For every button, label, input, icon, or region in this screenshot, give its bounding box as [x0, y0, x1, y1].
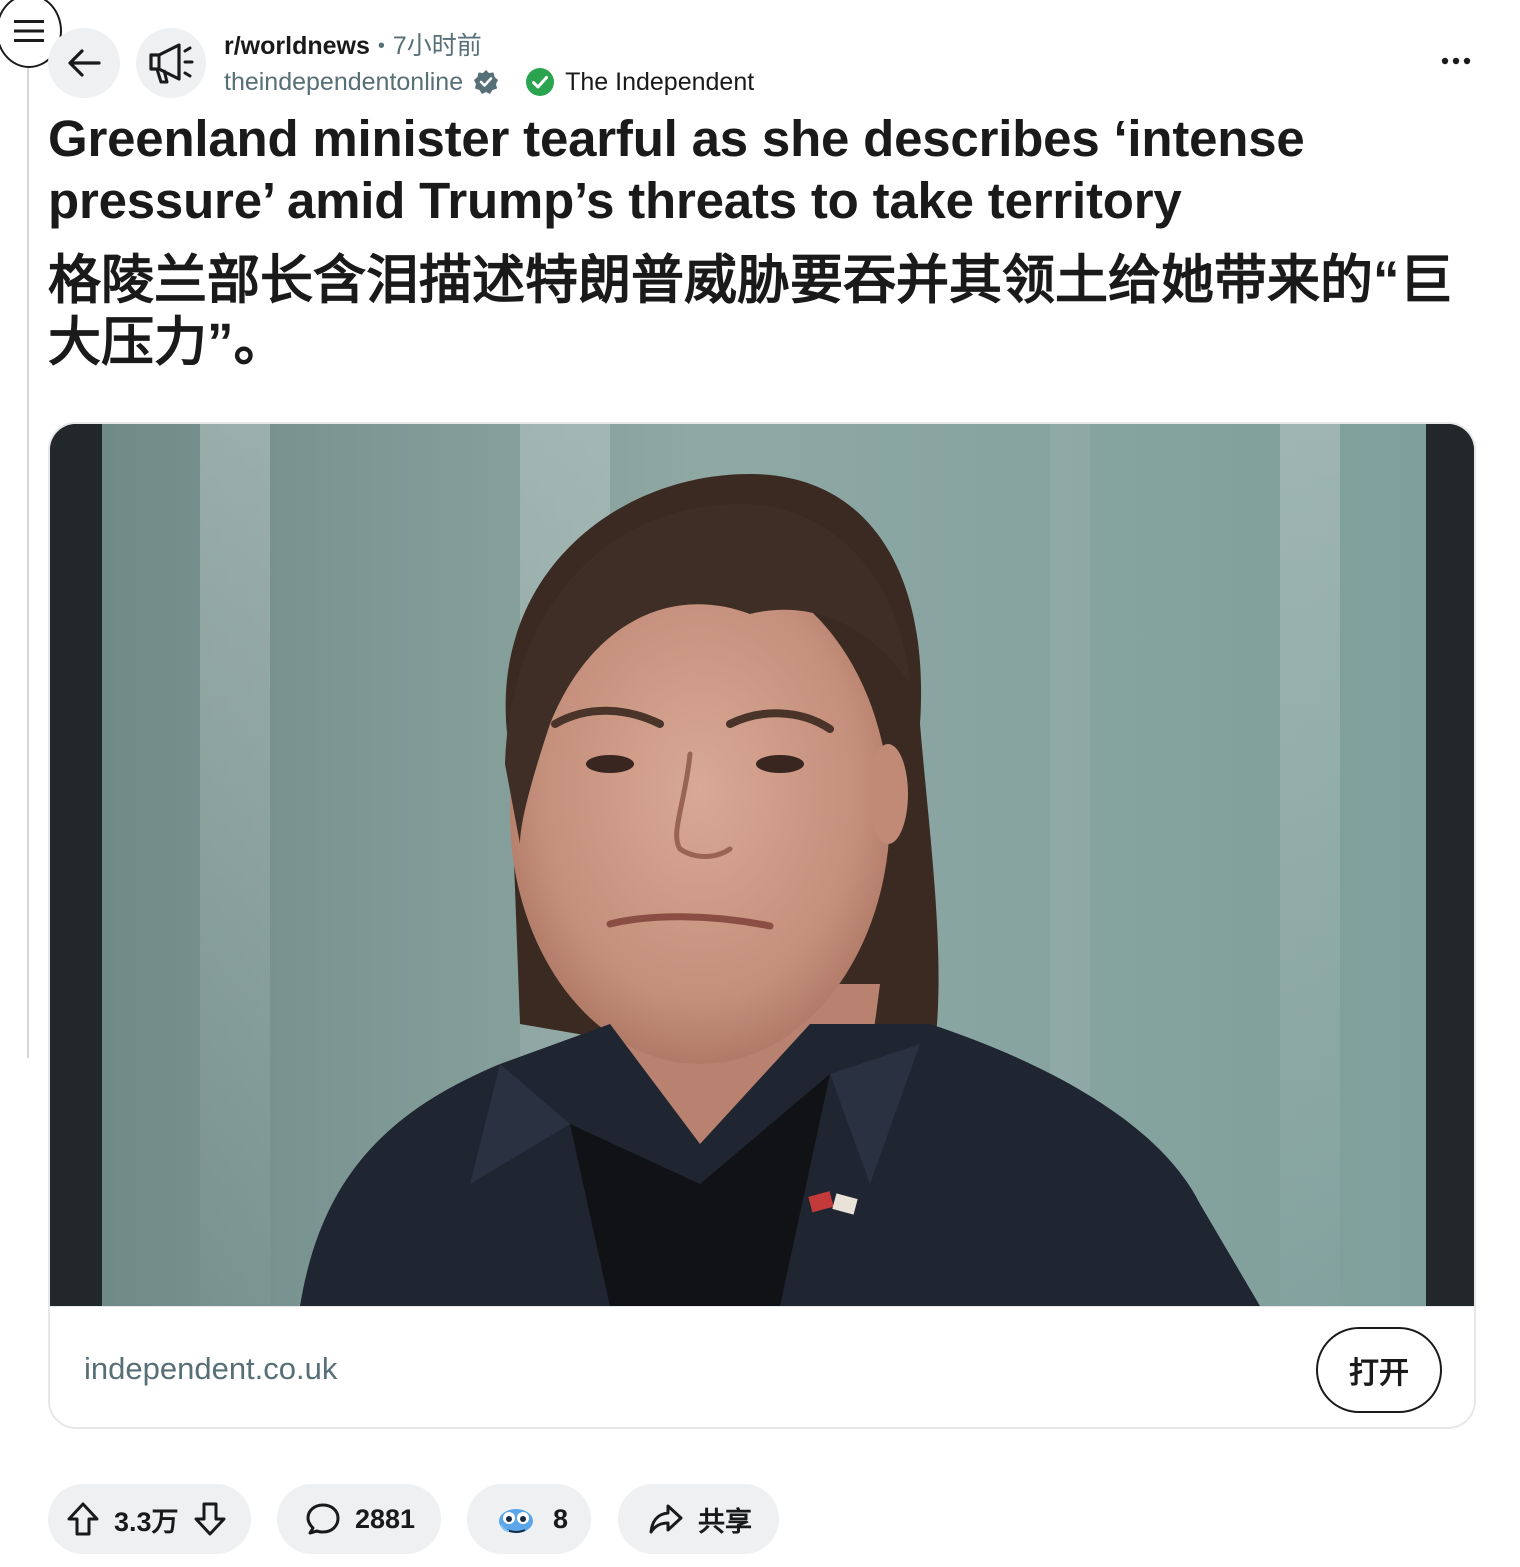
megaphone-icon: [149, 43, 194, 84]
back-arrow-icon: [68, 49, 101, 77]
thread-line: [27, 68, 29, 1058]
more-options-icon: [1441, 57, 1471, 65]
meta-separator: •: [377, 35, 385, 57]
article-photo: [50, 424, 1474, 1306]
check-circle-icon: [526, 68, 555, 96]
post-title-translation: 格陵兰部长含泪描述特朗普威胁要吞并其领土给她带来的“巨大压力”。: [48, 251, 1453, 372]
vote-count: 3.3万: [114, 1506, 179, 1537]
comment-bubble-icon: [306, 1503, 340, 1535]
article-thumbnail[interactable]: [50, 424, 1474, 1306]
open-link-button[interactable]: 打开: [1316, 1327, 1442, 1413]
award-icon: [499, 1509, 533, 1533]
share-arrow-icon: [649, 1504, 683, 1534]
post-page: r/worldnews • 7小时前 theindependentonline …: [0, 0, 1520, 1567]
post-time: 7小时前: [392, 32, 482, 60]
vote-bar: 3.3万: [48, 1484, 251, 1554]
post-title[interactable]: Greenland minister tearful as she descri…: [48, 108, 1468, 232]
award-count: 8: [553, 1503, 569, 1534]
back-button[interactable]: [48, 28, 120, 98]
comments-button[interactable]: 2881: [277, 1484, 441, 1554]
share-label: 共享: [698, 1506, 752, 1537]
subreddit-link[interactable]: r/worldnews: [224, 30, 370, 62]
menu-icon: [14, 20, 44, 42]
subreddit-avatar[interactable]: [136, 28, 206, 98]
comment-count: 2881: [355, 1503, 416, 1534]
link-card-footer: independent.co.uk 打开: [50, 1306, 1474, 1427]
upvote-arrow-icon[interactable]: [66, 1501, 100, 1537]
author-link[interactable]: theindependentonline: [224, 64, 463, 100]
more-options-button[interactable]: [1428, 46, 1484, 76]
link-preview-card[interactable]: independent.co.uk 打开: [48, 422, 1476, 1429]
post-meta: r/worldnews • 7小时前 theindependentonline …: [224, 30, 754, 100]
source-flair-label: The Independent: [565, 68, 755, 96]
share-button[interactable]: 共享: [618, 1484, 779, 1554]
verified-badge-icon: [474, 70, 499, 94]
award-button[interactable]: 8: [467, 1484, 591, 1554]
downvote-arrow-icon[interactable]: [193, 1501, 227, 1537]
link-domain[interactable]: independent.co.uk: [84, 1351, 337, 1387]
source-flair: The Independent: [525, 64, 754, 100]
